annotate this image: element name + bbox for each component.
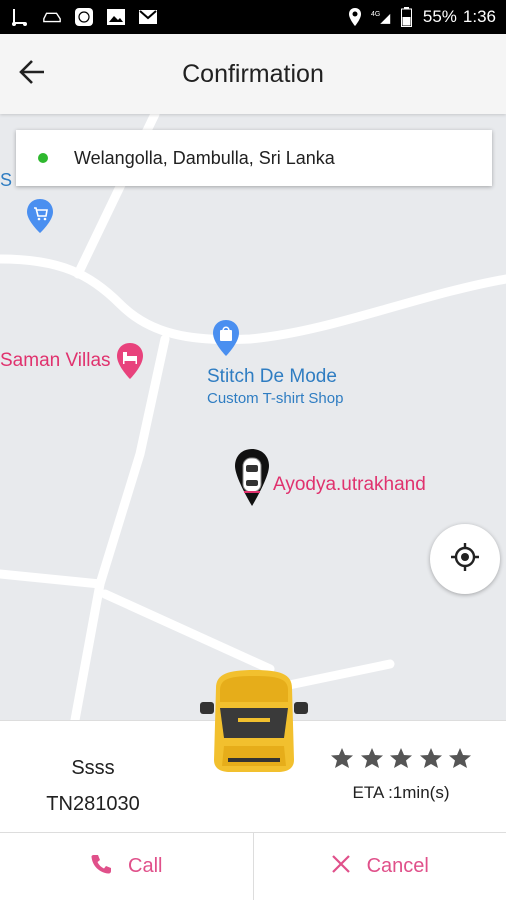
taxi-car-icon: [198, 668, 310, 774]
app-bar: Confirmation: [0, 34, 506, 114]
vehicle-number: TN281030: [46, 793, 140, 815]
poi-stitch-de-mode-subtitle: Custom T-shirt Shop: [207, 390, 344, 407]
star-icon: [448, 747, 472, 774]
status-bar: 4G 55% 1:36: [0, 0, 506, 34]
gmail-icon: [138, 7, 158, 27]
poi-label-s: S: [0, 170, 13, 190]
page-title: Confirmation: [182, 59, 324, 88]
scooter-icon: [10, 7, 30, 27]
poi-saman-villas-name: Saman Villas: [0, 350, 111, 371]
hotel-pin-icon[interactable]: [116, 342, 144, 385]
driver-details: Ssss TN281030: [0, 721, 186, 833]
call-button[interactable]: Call: [0, 833, 253, 900]
image-icon: [106, 7, 126, 27]
close-icon: [331, 854, 351, 880]
map-roads: [0, 114, 506, 720]
pickup-location-box[interactable]: Welangolla, Dambulla, Sri Lanka: [16, 130, 492, 186]
battery-icon: [397, 7, 417, 27]
battery-percent: 55%: [422, 7, 457, 26]
star-icon: [389, 747, 413, 774]
my-location-button[interactable]: [430, 524, 500, 594]
pickup-location-text: Welangolla, Dambulla, Sri Lanka: [74, 147, 335, 168]
arrow-back-icon: [18, 58, 46, 91]
star-icon: [360, 747, 384, 774]
call-label: Call: [128, 855, 163, 877]
svg-text:4G: 4G: [371, 11, 380, 18]
poi-stitch-de-mode-name: Stitch De Mode: [207, 366, 337, 387]
clock: 1:36: [462, 7, 496, 26]
app-icon: [74, 7, 94, 27]
car-icon: [42, 7, 62, 27]
driver-name: Ssss: [71, 757, 115, 779]
shopping-bag-pin-icon[interactable]: [212, 319, 240, 362]
eta-text: ETA :1min(s): [352, 783, 450, 802]
driver-car-marker-icon[interactable]: [233, 448, 271, 513]
back-button[interactable]: [0, 34, 64, 114]
phone-icon: [90, 853, 112, 881]
location-icon: [345, 7, 365, 27]
star-icon: [419, 747, 443, 774]
map-view[interactable]: S Stitch De Mode Custom T-shirt Shop Sam…: [0, 114, 506, 720]
crosshair-icon: [450, 542, 480, 577]
pickup-dot-icon: [38, 153, 48, 163]
driver-map-label: Ayodya.utrakhand: [273, 474, 426, 495]
driver-rating: [330, 747, 472, 774]
cancel-label: Cancel: [366, 855, 429, 877]
star-icon: [330, 747, 354, 774]
cancel-button[interactable]: Cancel: [254, 833, 506, 900]
action-bar: Call Cancel: [0, 832, 506, 900]
shopping-cart-pin-icon[interactable]: [26, 198, 54, 239]
signal-icon: 4G: [371, 7, 391, 27]
